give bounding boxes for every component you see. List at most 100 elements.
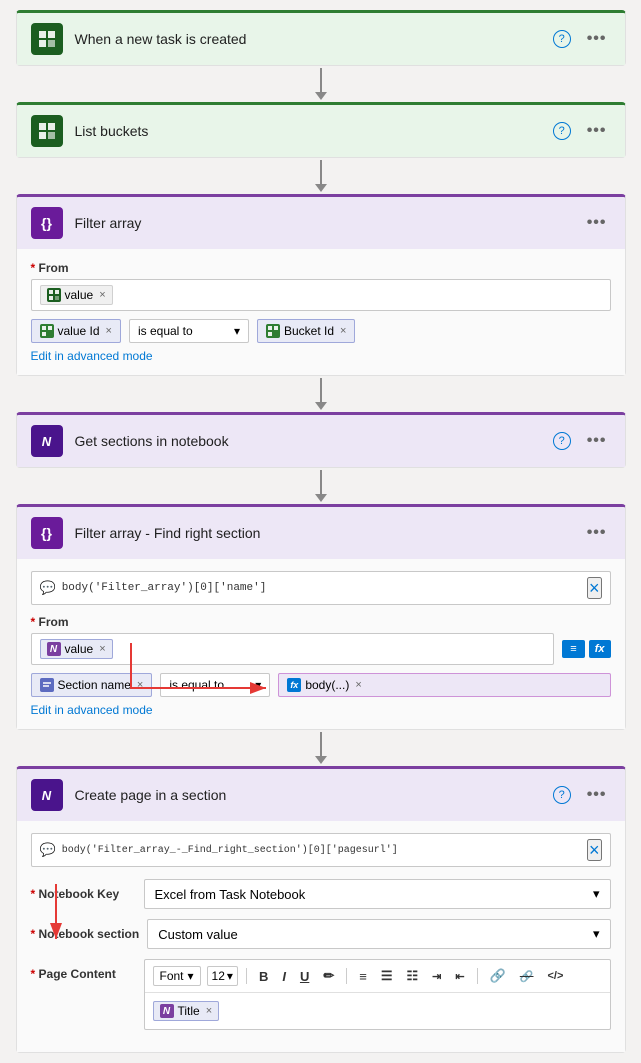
- link-button[interactable]: 🔗: [486, 966, 510, 986]
- page-content-label: Page Content: [31, 959, 136, 981]
- notebook-section-chevron: ▾: [593, 926, 600, 942]
- filter-2-fx-btn[interactable]: fx: [589, 640, 611, 658]
- filter-from-value-close[interactable]: ×: [99, 289, 105, 301]
- filter-right-text: Bucket Id: [284, 324, 334, 338]
- font-select[interactable]: Font ▾: [153, 966, 201, 986]
- create-page-more-button[interactable]: •••: [583, 784, 611, 806]
- filter-2-right-close[interactable]: ×: [355, 679, 361, 691]
- filter-op-select[interactable]: is equal to ▾: [129, 319, 249, 343]
- create-page-help-button[interactable]: ?: [549, 784, 575, 806]
- filter-from-input[interactable]: value ×: [31, 279, 611, 311]
- filter-2-formula-text: body('Filter_array')[0]['name']: [62, 582, 587, 594]
- create-page-card: N Create page in a section ? ••• 💬 body(…: [16, 766, 626, 1053]
- trigger-more-button[interactable]: •••: [583, 28, 611, 50]
- filter-2-advanced-link[interactable]: Edit in advanced mode: [31, 703, 153, 717]
- filter-array-2-body: 💬 body('Filter_array')[0]['name'] × From…: [17, 559, 625, 729]
- notebook-section-dropdown[interactable]: Custom value ▾: [147, 919, 610, 949]
- notebook-section-label: Notebook section: [31, 919, 140, 941]
- filter-2-formula-bar: 💬 body('Filter_array')[0]['name'] ×: [31, 571, 611, 605]
- connector-arrow-2: [315, 184, 327, 192]
- flow-container: When a new task is created ? •••: [0, 0, 641, 1063]
- filter-2-list-btn[interactable]: ≡: [562, 640, 584, 658]
- filter-2-condition-row: Section name × is equal to ▾ fx body(...…: [31, 673, 611, 697]
- trigger-help-button[interactable]: ?: [549, 28, 575, 50]
- notebook-key-dropdown[interactable]: Excel from Task Notebook ▾: [144, 879, 611, 909]
- filter-array-body: From value × value Id ×: [17, 249, 625, 375]
- toolbar-sep-3: [477, 968, 478, 984]
- filter-2-left-close[interactable]: ×: [137, 679, 143, 691]
- title-onenote-icon: N: [160, 1004, 174, 1018]
- html-button[interactable]: </>: [543, 968, 567, 984]
- color-button[interactable]: ✏: [319, 966, 338, 986]
- get-sections-actions: ? •••: [549, 430, 611, 452]
- list-buckets-actions: ? •••: [549, 120, 611, 142]
- filter-array-2-header: {} Filter array - Find right section •••: [17, 507, 625, 559]
- filter-array-2-more-button[interactable]: •••: [583, 522, 611, 544]
- notebook-key-content: Excel from Task Notebook ▾: [144, 879, 611, 909]
- bold-button[interactable]: B: [255, 967, 272, 986]
- create-page-formula-close[interactable]: ×: [587, 839, 602, 861]
- filter-left-close[interactable]: ×: [106, 325, 112, 337]
- page-content-toolbar: Font ▾ 12 ▾ B I U ✏: [145, 960, 610, 993]
- connector-arrow-4: [315, 494, 327, 502]
- filter-2-op-select[interactable]: is equal to ▾: [160, 673, 270, 697]
- connector-4: [315, 468, 327, 504]
- filter-right-icon: [266, 324, 280, 338]
- align-button[interactable]: ⇤: [451, 968, 468, 985]
- trigger-card-actions: ? •••: [549, 28, 611, 50]
- get-sections-card: N Get sections in notebook ? •••: [16, 412, 626, 468]
- font-size-value: 12: [212, 969, 225, 983]
- filter-left-text: value Id: [58, 324, 100, 338]
- filter-2-from-input[interactable]: N value ×: [31, 633, 555, 665]
- notebook-section-content: Custom value ▾: [147, 919, 610, 949]
- title-tag-close[interactable]: ×: [206, 1005, 212, 1017]
- toolbar-sep-2: [346, 968, 347, 984]
- notebook-section-row: Notebook section Custom value ▾: [31, 919, 611, 949]
- get-sections-help-button[interactable]: ?: [549, 430, 575, 452]
- create-page-formula-bar: 💬 body('Filter_array_-_Find_right_sectio…: [31, 833, 611, 867]
- num-list-button[interactable]: ☰: [377, 966, 397, 986]
- font-select-value: Font: [160, 969, 184, 983]
- filter-left-icon: [40, 324, 54, 338]
- connector-2: [315, 158, 327, 194]
- filter-2-from-row: N value × ≡ fx: [31, 633, 611, 665]
- list-buckets-more-button[interactable]: •••: [583, 120, 611, 142]
- connector-5: [315, 730, 327, 766]
- bullet-list-button[interactable]: ≡: [355, 967, 371, 986]
- page-content-content: Font ▾ 12 ▾ B I U ✏: [144, 959, 611, 1030]
- filter-array-2-actions: •••: [583, 522, 611, 544]
- filter-from-label: From: [31, 261, 611, 275]
- create-page-body: 💬 body('Filter_array_-_Find_right_sectio…: [17, 821, 625, 1052]
- trigger-card-title: When a new task is created: [75, 31, 549, 47]
- filter-array-card: {} Filter array ••• From value ×: [16, 194, 626, 376]
- indent-button[interactable]: ⇥: [428, 968, 445, 985]
- create-page-title: Create page in a section: [75, 787, 549, 803]
- filter-array-more-button[interactable]: •••: [583, 212, 611, 234]
- filter-2-from-value-tag: N value ×: [40, 639, 113, 659]
- trigger-card-icon: [31, 23, 63, 55]
- get-sections-more-button[interactable]: •••: [583, 430, 611, 452]
- filter-2-formula-close[interactable]: ×: [587, 577, 602, 599]
- toolbar-sep-1: [246, 968, 247, 984]
- filter-2-from-value-close[interactable]: ×: [99, 643, 105, 655]
- filter-right-close[interactable]: ×: [340, 325, 346, 337]
- filter-advanced-link[interactable]: Edit in advanced mode: [31, 349, 153, 363]
- title-tag-text: Title: [178, 1004, 200, 1018]
- font-size-select[interactable]: 12 ▾: [207, 966, 238, 986]
- connector-arrow-3: [315, 402, 327, 410]
- list-buckets-icon: [31, 115, 63, 147]
- list-buckets-help-button[interactable]: ?: [549, 120, 575, 142]
- outdent-button[interactable]: ☷: [403, 966, 423, 986]
- connector-line-4: [320, 470, 322, 494]
- page-content-row: Page Content Font ▾ 12 ▾: [31, 959, 611, 1030]
- filter-array-title: Filter array: [75, 215, 583, 231]
- page-content-area[interactable]: N Title ×: [145, 993, 610, 1029]
- trigger-card-header: When a new task is created ? •••: [17, 13, 625, 65]
- underline-button[interactable]: U: [296, 967, 313, 986]
- filter-2-onenote-icon: N: [47, 642, 61, 656]
- unlink-button[interactable]: 🔗: [516, 968, 538, 985]
- get-sections-title: Get sections in notebook: [75, 433, 549, 449]
- connector-line-1: [320, 68, 322, 92]
- filter-array-actions: •••: [583, 212, 611, 234]
- italic-button[interactable]: I: [278, 967, 290, 986]
